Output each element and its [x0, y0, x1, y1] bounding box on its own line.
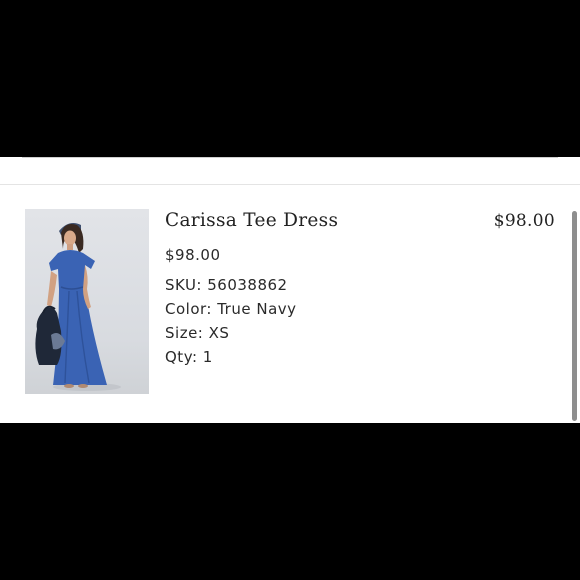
unit-price: $98.00: [165, 246, 221, 264]
cart-panel: Carissa Tee Dress $98.00 SKU: 56038862 C…: [0, 157, 580, 423]
cart-line-item: Carissa Tee Dress $98.00 SKU: 56038862 C…: [25, 209, 555, 394]
product-image[interactable]: [25, 209, 149, 394]
scrollbar[interactable]: [572, 211, 577, 421]
header-divider: [0, 157, 580, 185]
color-label: Color: True Navy: [165, 300, 297, 318]
product-details: Carissa Tee Dress $98.00 SKU: 56038862 C…: [165, 209, 465, 369]
line-total-price: $98.00: [493, 211, 555, 231]
product-name[interactable]: Carissa Tee Dress: [165, 209, 465, 233]
divider-line: [22, 157, 558, 158]
model-wearing-dress-illustration: [35, 223, 121, 391]
screenshot-frame: Carissa Tee Dress $98.00 SKU: 56038862 C…: [0, 0, 580, 580]
sku-label: SKU: 56038862: [165, 276, 288, 294]
quantity-label: Qty: 1: [165, 348, 213, 366]
size-label: Size: XS: [165, 324, 230, 342]
